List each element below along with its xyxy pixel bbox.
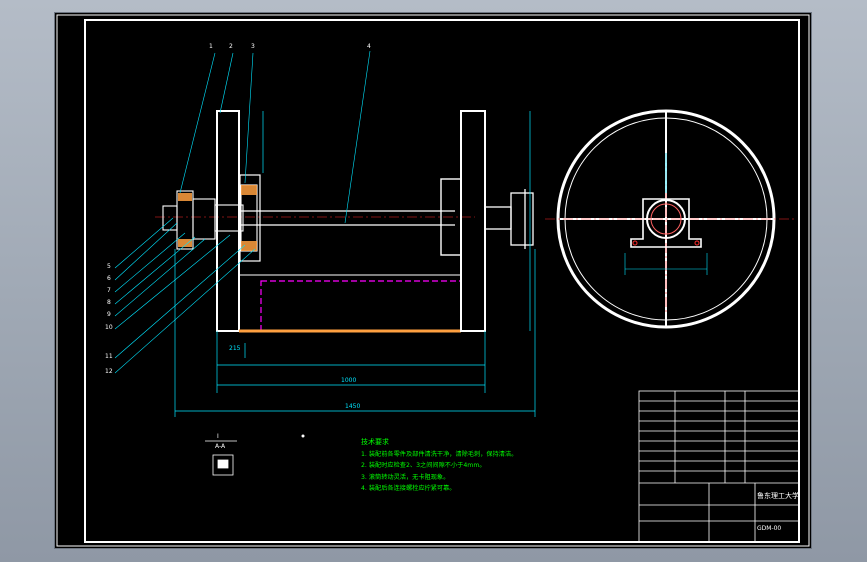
part-label: 4 [367, 43, 371, 50]
dimension-value: 215 [229, 345, 241, 352]
part-label: 9 [107, 311, 111, 318]
left-flange [216, 110, 240, 332]
part-label: 2 [229, 43, 233, 50]
part-label: 11 [105, 353, 113, 360]
part-label: 1 [209, 43, 213, 50]
section-label: I [217, 433, 219, 440]
dimension-value: 1450 [345, 403, 361, 410]
right-bearing [484, 189, 534, 249]
note-item: 1. 装配前各零件及部件清洗干净，清除毛刺，保持清洁。 [361, 450, 518, 458]
part-label: 8 [107, 299, 111, 306]
title-block [638, 390, 800, 543]
dot-marker [301, 434, 305, 438]
section-sub-label: A-A [215, 443, 226, 450]
note-item: 3. 滚筒转动灵活，无卡阻现象。 [361, 473, 450, 481]
school-name: 鲁东理工大学 [757, 492, 799, 500]
part-label: 5 [107, 263, 111, 270]
drawing-number: GDM-00 [757, 525, 782, 532]
part-label: 7 [107, 287, 111, 294]
drum [239, 274, 462, 333]
drawing-sheet: 1 2 3 4 5 6 7 8 9 10 11 12 215 1000 1450… [55, 13, 811, 548]
dimension-value: 1000 [341, 377, 357, 384]
part-label: 3 [251, 43, 255, 50]
note-item: 2. 装配时应检查2、3之间间隙不小于4mm。 [361, 462, 486, 470]
part-label: 10 [105, 324, 113, 331]
shaft [240, 210, 455, 226]
note-item: 4. 装配后各连接螺栓应拧紧可靠。 [361, 485, 456, 493]
part-label: 6 [107, 275, 111, 282]
part-label: 12 [105, 368, 113, 375]
dimensions [174, 111, 536, 417]
notes-title: 技术要求 [361, 438, 389, 446]
technical-notes: 技术要求 1. 装配前各零件及部件清洗干净，清除毛刺，保持清洁。 2. 装配时应… [361, 437, 621, 495]
right-flange [460, 110, 486, 332]
side-view-wheel [545, 109, 795, 329]
